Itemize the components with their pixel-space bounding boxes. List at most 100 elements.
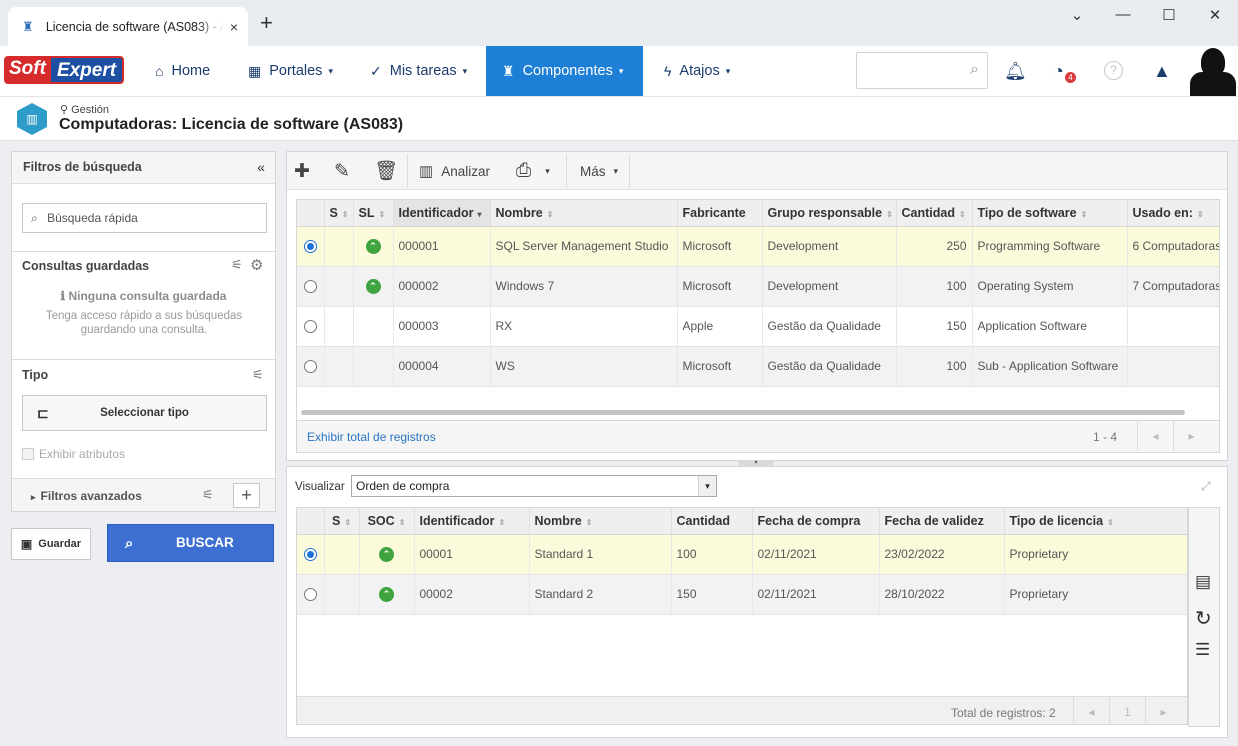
collapse-icon[interactable]: «: [257, 159, 265, 175]
nav-atajos[interactable]: ϟ Atajos ▾: [664, 46, 730, 96]
table-row[interactable]: ⌃ 000001 SQL Server Management Studio Mi…: [297, 226, 1219, 267]
graduation-cap-icon[interactable]: ▲: [1153, 61, 1171, 82]
cell-qty: 250: [896, 226, 973, 267]
cell-maker: Microsoft: [677, 266, 763, 307]
prev-page-button[interactable]: ◂: [1137, 421, 1173, 451]
cell-qty: 100: [896, 266, 973, 307]
building-icon: ▥: [17, 103, 47, 135]
nav-home-label: Home: [171, 63, 211, 79]
prev-page-button[interactable]: ◂: [1073, 697, 1109, 724]
col-grupo-responsable[interactable]: Grupo responsable ⇕: [762, 200, 897, 227]
nav-mis-tareas[interactable]: ✓ Mis tareas ▾: [370, 46, 467, 96]
row-radio[interactable]: [303, 320, 317, 334]
page-number[interactable]: 1: [1109, 697, 1145, 724]
next-page-button[interactable]: ▸: [1173, 421, 1209, 451]
avatar[interactable]: [1188, 46, 1238, 96]
show-attributes-checkbox[interactable]: Exhibir atributos: [22, 447, 125, 461]
add-button[interactable]: ✚: [294, 152, 310, 190]
table-row[interactable]: 000004 WS Microsoft Gestão da Qualidade …: [297, 346, 1219, 387]
cell-id: 000002: [393, 266, 491, 307]
cell-id: 00001: [414, 534, 530, 575]
tab-search-chevron-icon[interactable]: ⌄: [1067, 6, 1087, 24]
col-identificador[interactable]: Identificador ⇕: [414, 508, 530, 535]
table-row[interactable]: 000003 RX Apple Gestão da Qualidade 150 …: [297, 306, 1219, 347]
grid-icon: ▦: [248, 62, 262, 79]
col-cantidad[interactable]: Cantidad ⇕: [896, 200, 973, 227]
col-nombre[interactable]: Nombre ⇕: [529, 508, 672, 535]
bell-icon[interactable]: 🔔︎: [1004, 61, 1027, 82]
tab-close-icon[interactable]: ×: [230, 19, 238, 35]
maximize-button[interactable]: ☐: [1159, 6, 1179, 24]
softexpert-logo[interactable]: Soft Expert: [4, 56, 125, 84]
horizontal-scrollbar[interactable]: [301, 410, 1185, 415]
cell-validity-date: 23/02/2022: [879, 534, 1005, 575]
row-radio[interactable]: [303, 548, 317, 562]
refresh-icon[interactable]: ↻: [1195, 606, 1212, 631]
col-cantidad[interactable]: Cantidad: [671, 508, 753, 535]
trash-icon: 🗑︎: [374, 161, 399, 182]
broom-icon[interactable]: ⚟: [252, 367, 264, 383]
cell-id: 000001: [393, 226, 491, 267]
gear-icon[interactable]: ⚙: [250, 256, 263, 274]
table-row[interactable]: ⌃ 000002 Windows 7 Microsoft Development…: [297, 266, 1219, 307]
search-icon[interactable]: ⌕: [970, 61, 979, 79]
more-label: Más: [580, 163, 606, 179]
new-tab-button[interactable]: +: [260, 12, 273, 34]
row-radio[interactable]: [303, 240, 317, 254]
col-fecha-compra[interactable]: Fecha de compra: [752, 508, 880, 535]
cell-used: 7 Computadoras: [1127, 266, 1219, 307]
col-identificador[interactable]: Identificador ▾: [393, 200, 491, 227]
minimize-button[interactable]: —: [1113, 6, 1133, 23]
row-radio[interactable]: [303, 588, 317, 602]
cell-used: [1127, 306, 1219, 347]
next-page-button[interactable]: ▸: [1145, 697, 1181, 724]
help-icon[interactable]: ?: [1104, 61, 1123, 80]
gauge-icon[interactable]: ◔: [1053, 61, 1064, 82]
view-record-icon[interactable]: ▤: [1195, 572, 1211, 592]
browser-titlebar: ♜ Licencia de software (AS083) - Ac × + …: [0, 0, 1238, 46]
col-sl[interactable]: SL ⇕: [353, 200, 394, 227]
cell-license-type: Proprietary: [1004, 534, 1187, 575]
col-fecha-validez[interactable]: Fecha de validez: [879, 508, 1005, 535]
tree-icon: ⊏: [37, 405, 49, 421]
browser-tab[interactable]: ♜ Licencia de software (AS083) - Ac ×: [8, 7, 248, 46]
more-button[interactable]: Más ▾: [580, 152, 618, 190]
expand-icon[interactable]: ⤢: [1201, 479, 1211, 494]
col-usado-en[interactable]: Usado en: ⇕: [1127, 200, 1219, 227]
analyze-button[interactable]: ▥ Analizar: [419, 152, 490, 190]
col-soc[interactable]: SOC ⇕: [359, 508, 415, 535]
nav-componentes[interactable]: ♜ Componentes ▾: [486, 46, 643, 96]
delete-button[interactable]: 🗑︎: [374, 152, 398, 190]
print-button[interactable]: ⎙ ▾: [516, 152, 550, 190]
row-radio[interactable]: [303, 360, 317, 374]
view-select[interactable]: Orden de compra ▾: [351, 475, 717, 497]
detail-footer: Total de registros: 2 ◂ 1 ▸: [297, 696, 1187, 724]
col-tipo-de-software[interactable]: Tipo de software ⇕: [972, 200, 1128, 227]
add-filter-button[interactable]: +: [233, 483, 260, 508]
nav-portales[interactable]: ▦ Portales ▾: [248, 46, 333, 96]
edit-button[interactable]: ✎: [334, 152, 350, 190]
cell-purchase-date: 02/11/2021: [752, 574, 880, 615]
header-search-input[interactable]: ⌕: [856, 52, 988, 89]
row-radio[interactable]: [303, 280, 317, 294]
col-nombre[interactable]: Nombre ⇕: [490, 200, 678, 227]
col-tipo-licencia[interactable]: Tipo de licencia ⇕: [1004, 508, 1187, 535]
select-type-button[interactable]: ⊏ Seleccionar tipo: [22, 395, 267, 431]
col-fabricante[interactable]: Fabricante: [677, 200, 763, 227]
search-button[interactable]: ⌕ BUSCAR: [107, 524, 274, 562]
table-row[interactable]: ⌃ 00001 Standard 1 100 02/11/2021 23/02/…: [297, 534, 1187, 575]
col-s[interactable]: S ⇕: [324, 508, 360, 535]
broom-icon[interactable]: ⚟: [202, 487, 214, 503]
quick-search-input[interactable]: ⌕ Búsqueda rápida: [22, 203, 267, 233]
list-icon[interactable]: ☰: [1195, 640, 1210, 660]
nav-home[interactable]: ⌂ Home: [155, 46, 210, 96]
advanced-filters[interactable]: ▸ Filtros avanzados ⚟ +: [12, 478, 275, 511]
caret-down-icon: ▾: [328, 65, 333, 76]
broom-icon[interactable]: ⚟: [231, 257, 243, 273]
col-s[interactable]: S ⇕: [324, 200, 354, 227]
show-total-link[interactable]: Exhibir total de registros: [307, 430, 436, 444]
purchase-order-table: S ⇕ SOC ⇕ Identificador ⇕ Nombre ⇕ Cantidad …: [296, 507, 1188, 725]
table-row[interactable]: ⌃ 00002 Standard 2 150 02/11/2021 28/10/…: [297, 574, 1187, 615]
save-button[interactable]: ▣ Guardar: [11, 528, 91, 560]
close-window-button[interactable]: ✕: [1205, 6, 1225, 24]
